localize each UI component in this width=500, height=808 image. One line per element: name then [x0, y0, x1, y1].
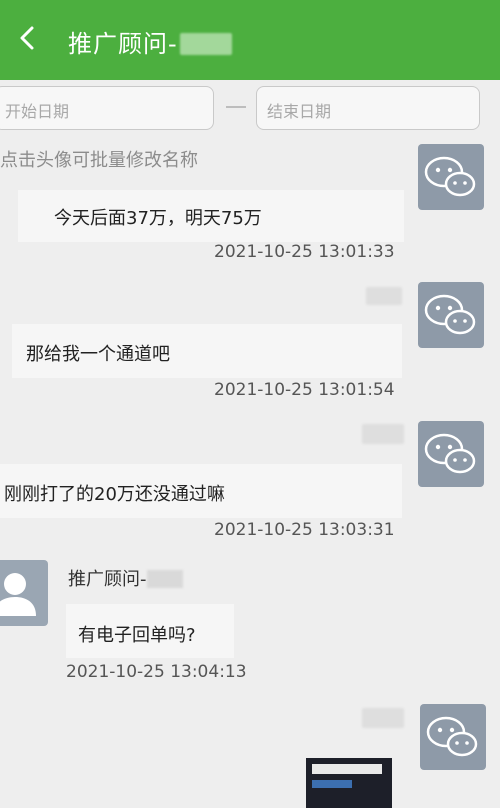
- start-date-field[interactable]: 开始日期: [0, 86, 214, 130]
- message-text: 那给我一个通道吧: [26, 344, 170, 365]
- user-avatar[interactable]: [0, 560, 48, 626]
- redacted-sender-name: [362, 708, 404, 728]
- redacted-name: [179, 33, 232, 55]
- wechat-avatar[interactable]: [418, 282, 484, 348]
- sender-name-text: 推广顾问-: [68, 569, 147, 590]
- message-timestamp: 2021-10-25 13:03:31: [214, 520, 395, 540]
- chevron-left-icon: [20, 26, 34, 50]
- end-date-placeholder: 结束日期: [267, 102, 332, 121]
- thumbnail-detail: [312, 764, 382, 774]
- sender-name: 推广顾问-: [68, 565, 183, 591]
- back-button[interactable]: [8, 18, 48, 58]
- wechat-avatar[interactable]: [418, 421, 484, 487]
- message-timestamp: 2021-10-25 13:01:33: [214, 242, 395, 262]
- message-timestamp: 2021-10-25 13:01:54: [214, 380, 395, 400]
- date-range-separator: [226, 106, 246, 108]
- wechat-icon: [424, 433, 476, 474]
- wechat-icon: [424, 156, 476, 197]
- message-text: 有电子回单吗?: [78, 625, 196, 646]
- avatar-hint-text: 点击头像可批量修改名称: [0, 150, 198, 171]
- redacted-name: [146, 570, 183, 588]
- message-text: 今天后面37万，明天75万: [54, 208, 262, 229]
- redacted-sender-name: [366, 287, 402, 305]
- wechat-avatar[interactable]: [420, 704, 486, 770]
- wechat-icon: [424, 294, 476, 335]
- page-title-text: 推广顾问-: [68, 30, 178, 58]
- thumbnail-detail: [312, 780, 352, 788]
- message-bubble[interactable]: 刚刚打了的20万还没通过嘛: [0, 464, 402, 518]
- message-bubble[interactable]: 今天后面37万，明天75万: [18, 190, 404, 242]
- start-date-placeholder: 开始日期: [5, 102, 70, 121]
- wechat-avatar[interactable]: [418, 144, 484, 210]
- end-date-field[interactable]: 结束日期: [256, 86, 480, 130]
- user-silhouette-icon: [0, 573, 36, 616]
- message-bubble[interactable]: 有电子回单吗?: [66, 604, 234, 658]
- wechat-icon: [426, 716, 478, 757]
- image-message-thumbnail[interactable]: [306, 758, 392, 808]
- page-title: 推广顾问-: [68, 24, 232, 59]
- redacted-sender-name: [362, 424, 404, 444]
- message-timestamp: 2021-10-25 13:04:13: [66, 662, 247, 682]
- message-bubble[interactable]: 那给我一个通道吧: [12, 324, 402, 378]
- message-text: 刚刚打了的20万还没通过嘛: [4, 484, 225, 505]
- top-app-bar: 推广顾问-: [0, 0, 500, 80]
